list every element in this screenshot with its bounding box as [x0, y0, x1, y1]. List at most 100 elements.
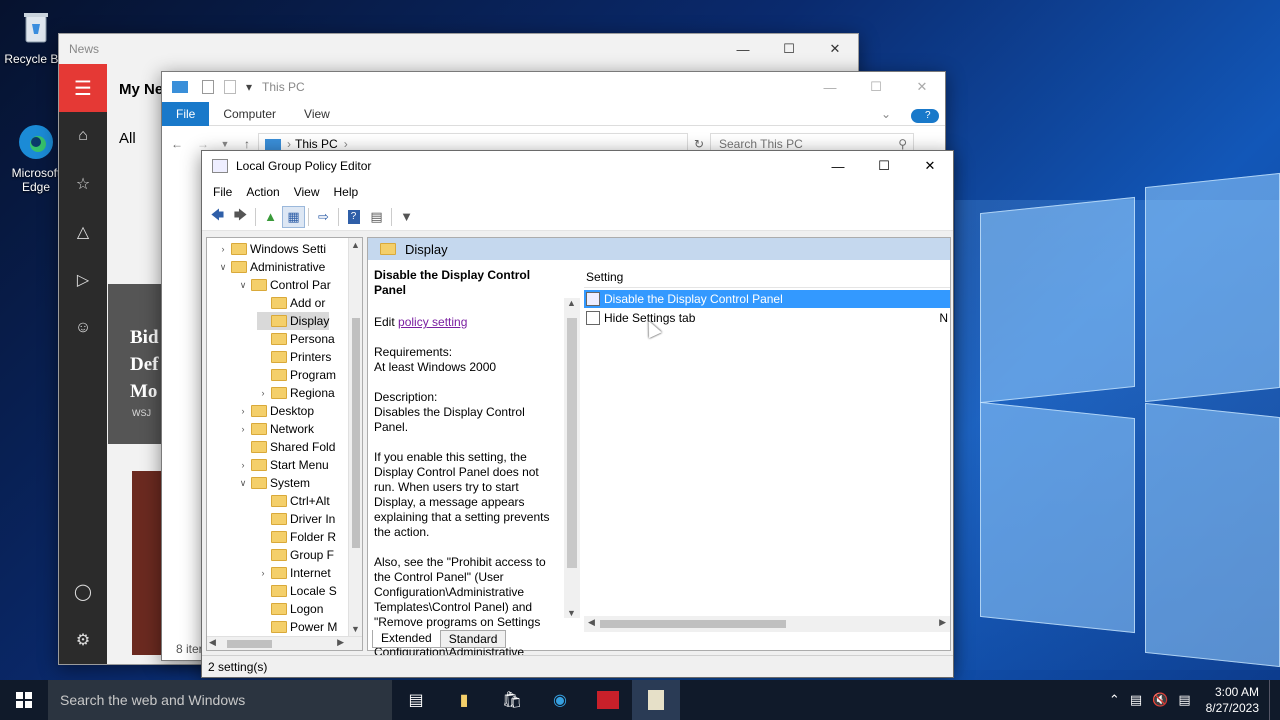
tree-item[interactable]: › Desktop [237, 402, 315, 420]
collapsed-chevron-icon[interactable]: › [237, 406, 249, 416]
up-one-level-icon[interactable]: ▲ [259, 206, 282, 228]
scroll-left-icon[interactable]: ◀ [588, 617, 595, 628]
tree-item[interactable]: Add or [257, 294, 325, 312]
ribbon-expand-icon[interactable]: ⌄ [867, 102, 905, 126]
minimize-button[interactable]: — [807, 72, 853, 102]
tree-item[interactable]: › Internet [257, 564, 331, 582]
smiley-icon[interactable]: ☺ [59, 304, 107, 352]
start-button[interactable] [0, 680, 48, 720]
tree-vertical-scrollbar[interactable]: ▲ ▼ [348, 238, 362, 636]
tab-view[interactable]: View [290, 102, 344, 126]
tab-standard[interactable]: Standard [439, 630, 507, 648]
gear-icon[interactable]: ⚙ [59, 616, 107, 664]
filter-icon[interactable]: ▼ [395, 206, 418, 228]
star-icon[interactable]: ☆ [59, 160, 107, 208]
tab-extended[interactable]: Extended [372, 630, 441, 648]
tree-item[interactable]: Folder R [257, 528, 336, 546]
quick-access-dropdown-icon[interactable]: ▾ [246, 80, 252, 94]
close-button[interactable]: ✕ [812, 34, 858, 64]
tree-item[interactable]: Locale S [257, 582, 337, 600]
expanded-chevron-icon[interactable]: ∨ [217, 262, 229, 273]
menu-help[interactable]: Help [327, 185, 366, 199]
scroll-thumb[interactable] [600, 620, 786, 628]
scroll-thumb[interactable] [352, 318, 360, 548]
policy-tree[interactable]: ▲ ▼ ◀ ▶ › Windows Setti ∨ Administrative ∨ Co… [206, 237, 363, 651]
back-arrow-icon[interactable]: ← [162, 137, 192, 151]
scroll-thumb[interactable] [567, 318, 577, 568]
maximize-button[interactable]: ☐ [861, 151, 907, 181]
tree-item[interactable]: › Network [237, 420, 315, 438]
news-taskbar-icon[interactable] [584, 680, 632, 720]
chevron-up-icon[interactable]: ⌃ [1104, 692, 1125, 708]
tree-item[interactable]: ∨ Control Par [237, 276, 331, 294]
home-icon[interactable]: ⌂ [59, 112, 107, 160]
back-arrow-icon[interactable]: 🡄 [206, 206, 229, 228]
edge-taskbar-icon[interactable]: ◉ [536, 680, 584, 720]
close-button[interactable]: ✕ [899, 72, 945, 102]
menu-file[interactable]: File [206, 185, 239, 199]
gpe-titlebar[interactable]: Local Group Policy Editor — ☐ ✕ [202, 151, 953, 181]
properties-icon[interactable] [202, 80, 214, 94]
scroll-left-icon[interactable]: ◀ [209, 637, 216, 648]
minimize-button[interactable]: — [815, 151, 861, 181]
tree-item[interactable]: Power M [257, 618, 337, 636]
maximize-button[interactable]: ☐ [853, 72, 899, 102]
tree-item[interactable]: Driver In [257, 510, 335, 528]
scroll-down-icon[interactable]: ▼ [351, 624, 360, 634]
properties-icon[interactable]: ▤ [365, 206, 388, 228]
tree-item[interactable]: Group F [257, 546, 334, 564]
tree-horizontal-scrollbar[interactable]: ◀ ▶ [207, 636, 362, 650]
tree-item[interactable]: ∨ System [237, 474, 310, 492]
help-icon[interactable]: ? [342, 206, 365, 228]
tree-item[interactable]: Program [257, 366, 336, 384]
tree-item[interactable]: Logon [257, 600, 323, 618]
collapsed-chevron-icon[interactable]: › [217, 244, 229, 254]
clock[interactable]: 3:00 AM 8/27/2023 [1196, 684, 1269, 716]
task-view-icon[interactable]: ▤ [392, 680, 440, 720]
setting-column-header[interactable]: Setting [584, 266, 950, 288]
tab-all[interactable]: All [119, 130, 136, 147]
tree-item[interactable]: Printers [257, 348, 331, 366]
store-taskbar-icon[interactable]: 🛍 [488, 680, 536, 720]
scroll-up-icon[interactable]: ▲ [351, 240, 360, 250]
explorer-titlebar[interactable]: ▾ This PC — ☐ ✕ [162, 72, 945, 102]
tree-item[interactable]: › Start Menu [237, 456, 329, 474]
close-button[interactable]: ✕ [907, 151, 953, 181]
show-desktop-button[interactable] [1269, 680, 1280, 720]
menu-action[interactable]: Action [239, 185, 286, 199]
file-explorer-taskbar-icon[interactable]: ▮ [440, 680, 488, 720]
setting-row[interactable]: Disable the Display Control Panel [584, 290, 950, 308]
scroll-up-icon[interactable]: ▲ [567, 298, 576, 308]
edit-policy-link[interactable]: policy setting [398, 315, 467, 329]
collapsed-chevron-icon[interactable]: › [257, 568, 269, 578]
tree-item[interactable]: › Windows Setti [217, 240, 327, 258]
scroll-right-icon[interactable]: ▶ [337, 637, 344, 648]
person-icon[interactable]: △ [59, 208, 107, 256]
hamburger-menu-icon[interactable]: ☰ [59, 64, 107, 112]
refresh-icon[interactable]: ↻ [688, 137, 710, 151]
news-hero-image[interactable]: Bid Def Mo WSJ [108, 284, 164, 444]
tab-file[interactable]: File [162, 101, 210, 126]
list-horizontal-scrollbar[interactable]: ◀ ▶ [584, 616, 950, 632]
expanded-chevron-icon[interactable]: ∨ [237, 478, 249, 489]
tree-item[interactable]: Shared Fold [237, 438, 335, 456]
taskbar-search-input[interactable]: Search the web and Windows [48, 680, 392, 720]
news-thumbnail[interactable] [132, 471, 164, 655]
collapsed-chevron-icon[interactable]: › [237, 460, 249, 470]
tree-item[interactable]: ∨ Administrative [217, 258, 326, 276]
network-icon[interactable]: ▤ [1125, 692, 1147, 708]
tree-item[interactable]: Persona [257, 330, 335, 348]
news-titlebar[interactable]: News — ☐ ✕ [59, 34, 858, 64]
expanded-chevron-icon[interactable]: ∨ [237, 280, 249, 291]
scroll-down-icon[interactable]: ▼ [567, 608, 576, 618]
account-icon[interactable]: ◯ [59, 568, 107, 616]
policy-editor-taskbar-icon[interactable] [632, 680, 680, 720]
minimize-button[interactable]: — [720, 34, 766, 64]
description-scrollbar[interactable]: ▲ ▼ [564, 298, 580, 618]
collapsed-chevron-icon[interactable]: › [237, 424, 249, 434]
collapsed-chevron-icon[interactable]: › [257, 388, 269, 398]
setting-row[interactable]: Hide Settings tab N [584, 309, 950, 327]
recent-dropdown-icon[interactable]: ▼ [214, 139, 236, 149]
tree-item[interactable]: Display [257, 312, 330, 330]
maximize-button[interactable]: ☐ [766, 34, 812, 64]
